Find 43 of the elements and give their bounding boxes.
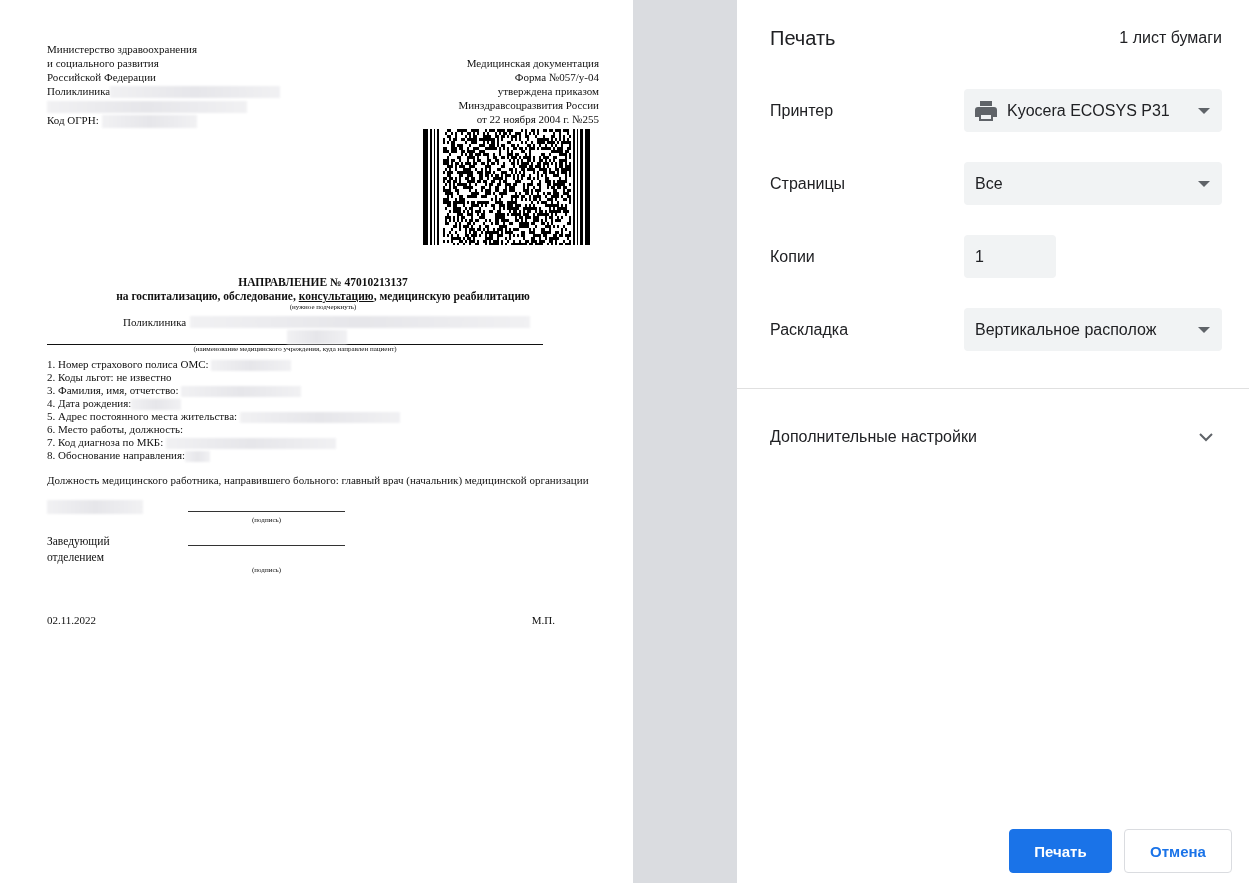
field-text: 3. Фамилия, имя, отчетство:	[47, 384, 180, 397]
setting-label: Принтер	[770, 101, 835, 120]
header-text: и социального развития	[47, 57, 159, 69]
header-text: Минздравсоцразвития России	[458, 98, 599, 112]
field-text: 5. Адрес постоянного места жительства:	[47, 410, 239, 423]
copies-field[interactable]: 1	[964, 235, 1056, 278]
document-date: 02.11.2022	[47, 612, 97, 627]
header-text: Код ОГРН:	[47, 113, 99, 126]
header-text: утверждена приказом	[497, 84, 599, 98]
setting-label: Страницы	[770, 174, 847, 193]
printer-icon	[975, 100, 997, 121]
header-text: Поликлиника	[47, 85, 111, 97]
dropdown-select[interactable]: Все	[964, 162, 1222, 205]
dropdown-select[interactable]: Вертикальное располож	[964, 308, 1222, 351]
header-text: Российской Федерации	[47, 71, 156, 83]
caret-icon	[1198, 180, 1210, 187]
dialog-title: Печать	[770, 26, 836, 50]
header-text: Министерство здравоохранения	[47, 43, 198, 55]
setting-label: Копии	[770, 247, 816, 266]
signature-label: Заведующий отделением	[47, 533, 111, 565]
more-settings-toggle[interactable]: Дополнительные настройки	[737, 387, 1249, 487]
setting-label: Раскладка	[770, 320, 850, 339]
caret-icon	[1198, 107, 1210, 114]
sheet-count: 1 лист бумаги	[1119, 29, 1222, 47]
document-subtitle: на госпитализацию, обследование, консультацию, медицинскую реабилитацию	[115, 289, 531, 303]
stamp-text: М.П.	[531, 612, 555, 627]
field-text: 6. Место работы, должность:	[47, 423, 184, 436]
redacted-block	[287, 330, 347, 345]
institution-label: Поликлиника	[123, 315, 187, 329]
field-text: 8. Обоснование направления:	[47, 448, 186, 461]
header-text: Медицинская документация	[466, 56, 599, 70]
field-text: 1. Номер страхового полиса ОМС:	[47, 358, 210, 371]
printer-select[interactable]: Kyocera ECOSYS P31	[964, 89, 1222, 132]
header-text: Форма №057/у-04	[514, 70, 599, 84]
field-text: 4. Дата рождения:	[47, 397, 132, 410]
caret-icon	[1198, 326, 1210, 333]
header-text: от 22 ноября 2004 г. №255	[476, 112, 599, 126]
document-title: НАПРАВЛЕНИЕ № 47010213137	[237, 275, 409, 289]
print-button[interactable]: Печать	[1009, 829, 1112, 873]
position-text: Должность медицинского работника, направившего больного: главный врач (начальник) медицинской организации	[47, 473, 590, 487]
field-text: 2. Коды льгот: не известно	[47, 371, 172, 384]
cancel-button[interactable]: Отмена	[1124, 829, 1232, 873]
field-text: 7. Код диагноза по МКБ:	[47, 435, 165, 448]
